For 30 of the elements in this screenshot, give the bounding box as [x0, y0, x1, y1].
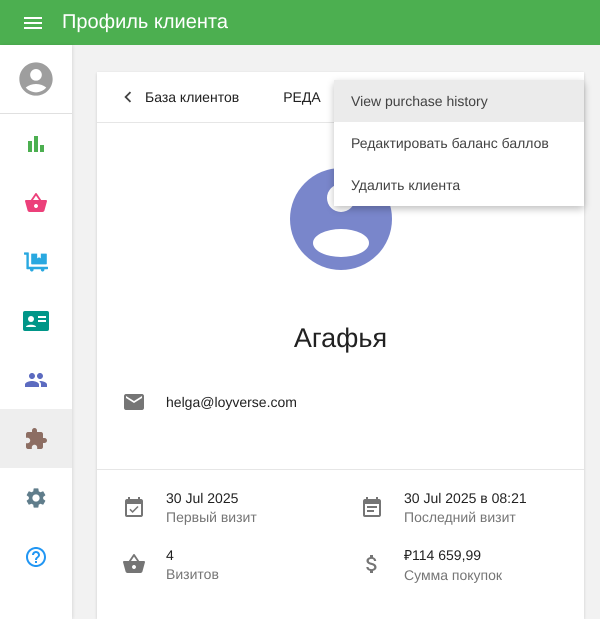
basket-icon: [122, 552, 146, 576]
email-text: helga@loyverse.com: [166, 394, 297, 410]
back-link-text: База клиентов: [145, 89, 240, 105]
stat-value: 4: [166, 546, 175, 562]
menu-item[interactable]: View purchase history: [334, 80, 584, 122]
sidebar-item[interactable]: [0, 350, 72, 409]
help-icon: [24, 544, 48, 568]
stat-label: Последний визит: [404, 509, 517, 525]
sidebar-item[interactable]: [0, 114, 72, 173]
stat-value: ₽114 659,99: [404, 546, 482, 564]
customer-name: Агафья: [292, 323, 388, 354]
menu-item[interactable]: Редактировать баланс баллов: [334, 122, 584, 164]
menu-item[interactable]: Удалить клиента: [334, 164, 584, 206]
calendar-icon: [360, 496, 384, 520]
dolly-icon: [24, 250, 48, 274]
sidebar-item[interactable]: [0, 409, 72, 468]
stat-label: Визитов: [166, 566, 219, 582]
puzzle-icon: [24, 426, 48, 450]
basket-icon: [24, 190, 48, 214]
page-title: Профиль клиента: [62, 11, 228, 34]
back-link[interactable]: База клиентов: [117, 86, 240, 108]
sidebar-item[interactable]: [0, 468, 72, 527]
stat-value: 30 Jul 2025 в 08:21: [404, 490, 527, 506]
settings-icon: [24, 486, 48, 510]
stat-label: Первый визит: [166, 509, 257, 525]
id-card-icon: [23, 310, 49, 330]
edit-button[interactable]: РЕДА: [283, 89, 321, 105]
calendar-check-icon: [122, 496, 146, 520]
stat-label: Сумма покупок: [404, 567, 502, 583]
stat-value: 30 Jul 2025: [166, 490, 240, 506]
